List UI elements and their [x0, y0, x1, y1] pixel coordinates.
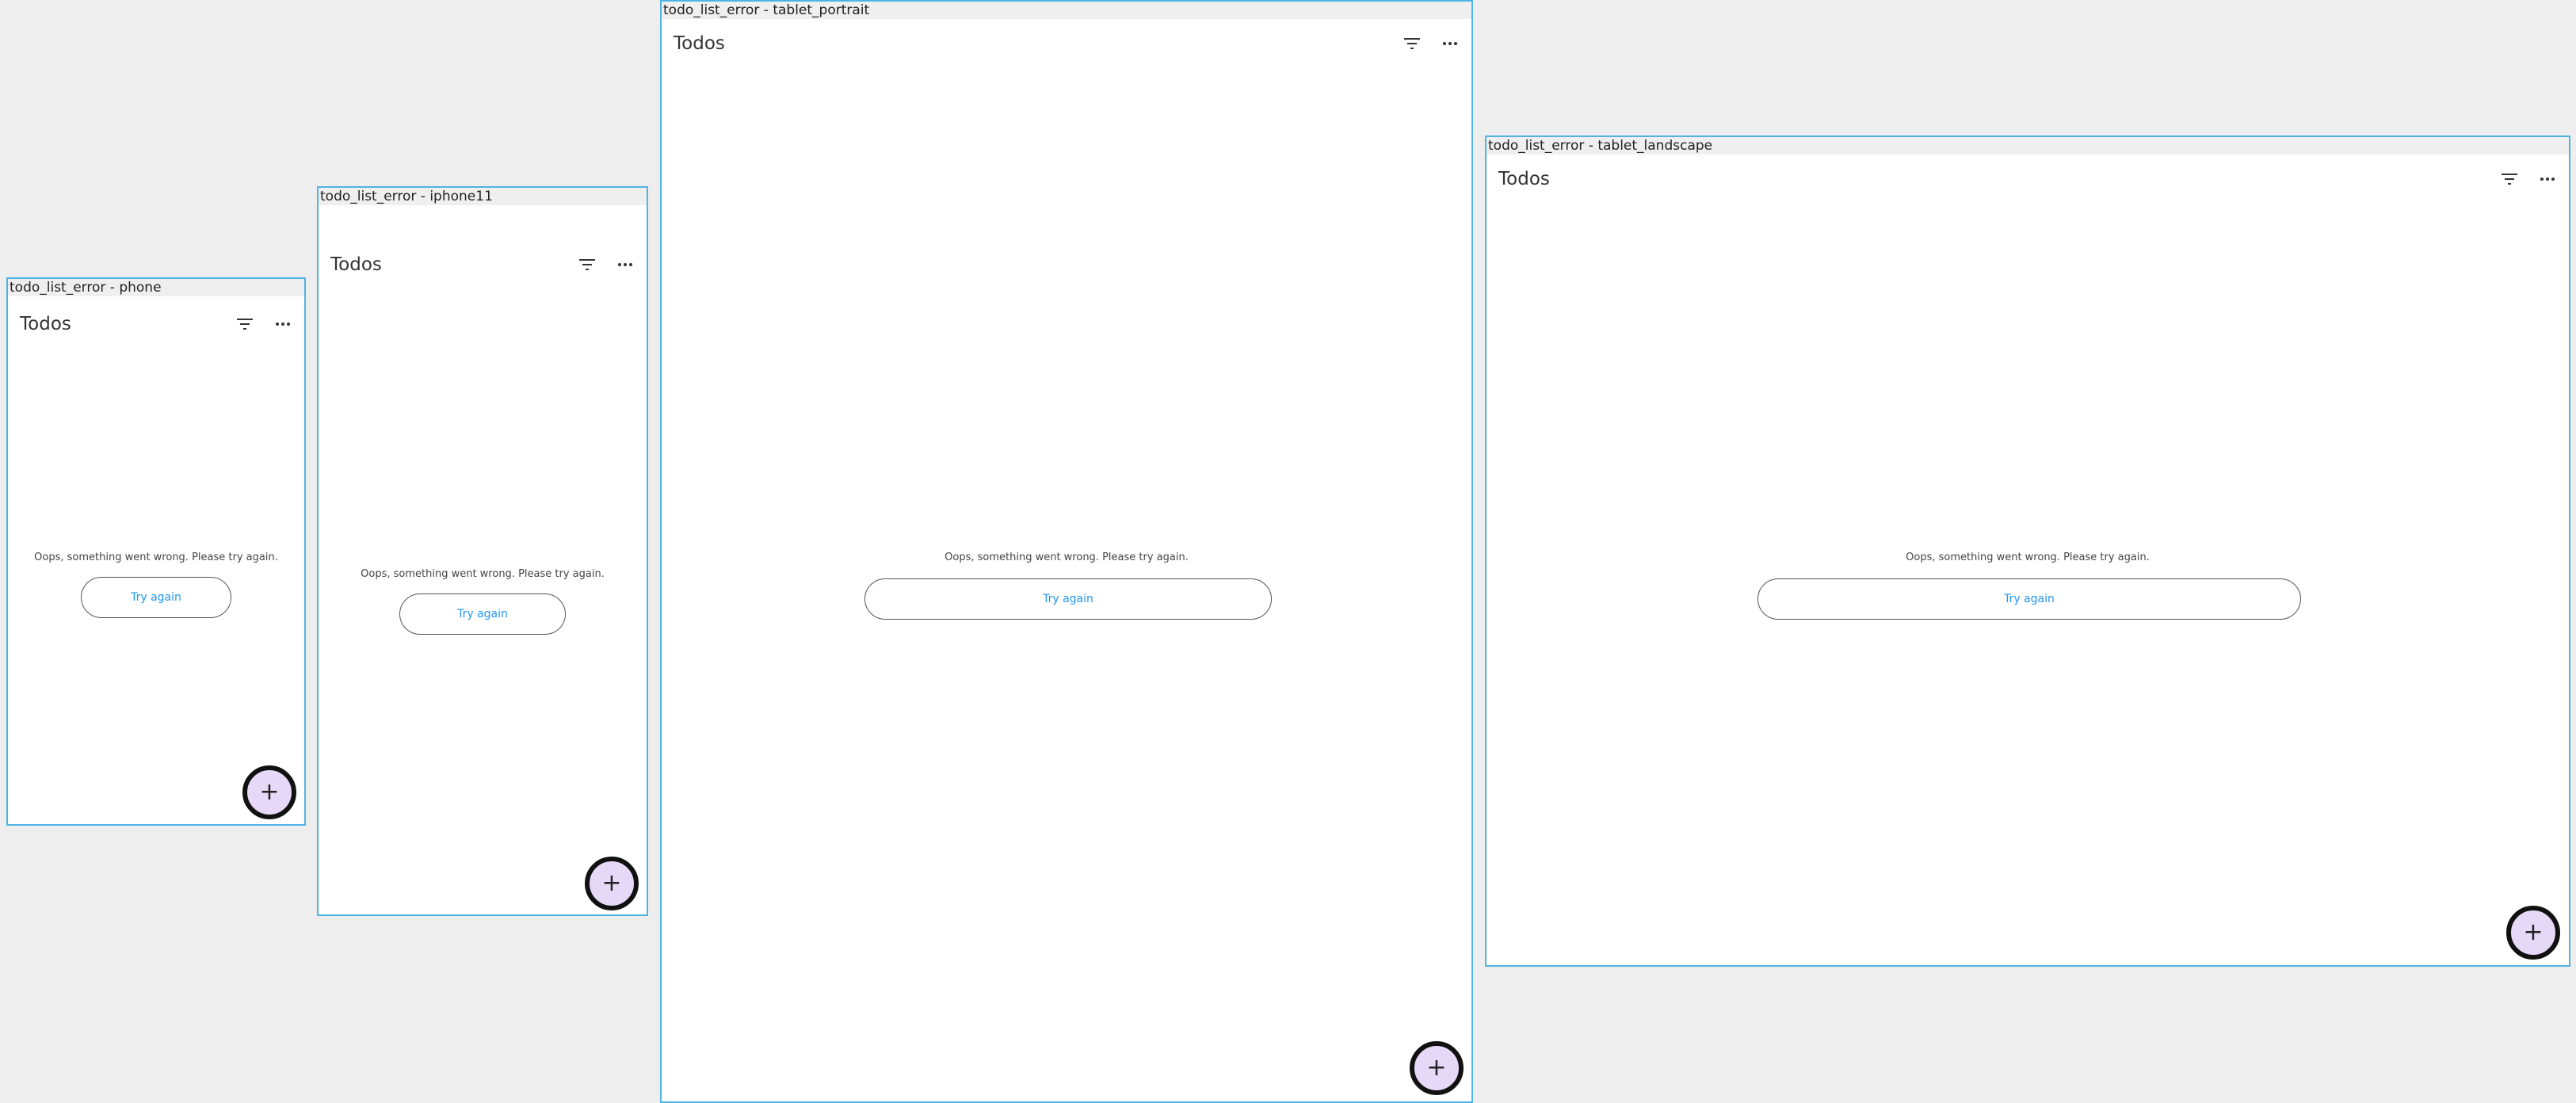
filter-button[interactable] — [574, 251, 601, 278]
more-button[interactable] — [612, 251, 639, 278]
add-todo-fab[interactable]: + — [585, 857, 639, 910]
page-title: Todos — [20, 314, 71, 334]
try-again-button[interactable]: Try again — [399, 593, 566, 635]
error-message: Oops, something went wrong. Please try a… — [945, 552, 1189, 563]
page-title: Todos — [674, 33, 725, 54]
filter-button[interactable] — [231, 311, 258, 338]
frame-label: todo_list_error - iphone11 — [319, 188, 647, 205]
try-again-button[interactable]: Try again — [864, 578, 1272, 620]
add-icon: + — [259, 778, 280, 806]
error-container: Oops, something went wrong. Please try a… — [8, 548, 304, 563]
frame-phone: todo_list_error - phone Todos Oops, some… — [6, 277, 306, 826]
error-message: Oops, something went wrong. Please try a… — [34, 552, 278, 563]
filter-list-icon — [579, 259, 595, 270]
error-container: Oops, something went wrong. Please try a… — [662, 548, 1471, 563]
filter-list-icon — [237, 319, 253, 330]
add-icon: + — [601, 869, 622, 897]
filter-list-icon — [2502, 174, 2517, 185]
error-container: Oops, something went wrong. Please try a… — [319, 565, 647, 580]
app-bar: Todos — [1486, 151, 2569, 207]
error-container: Oops, something went wrong. Please try a… — [1486, 548, 2569, 563]
more-button[interactable] — [269, 311, 296, 338]
page-title: Todos — [330, 254, 382, 275]
add-icon: + — [2523, 918, 2544, 946]
frame-tablet-landscape: todo_list_error - tablet_landscape Todos… — [1485, 135, 2570, 967]
frame-tablet-portrait: todo_list_error - tablet_portrait Todos … — [660, 0, 1473, 1103]
add-icon: + — [1426, 1054, 1447, 1082]
error-message: Oops, something went wrong. Please try a… — [1906, 552, 2150, 563]
frame-iphone11: todo_list_error - iphone11 Todos Oops, s… — [317, 186, 648, 916]
more-horizontal-icon — [2540, 177, 2555, 181]
try-again-button[interactable]: Try again — [81, 577, 231, 618]
add-todo-fab[interactable]: + — [2506, 906, 2560, 960]
more-horizontal-icon — [1443, 42, 1457, 45]
filter-button[interactable] — [1399, 30, 1425, 57]
add-todo-fab[interactable]: + — [242, 765, 296, 819]
more-button[interactable] — [1437, 30, 1464, 57]
frame-label: todo_list_error - phone — [8, 279, 304, 296]
filter-button[interactable] — [2496, 166, 2523, 193]
app-bar: Todos — [8, 296, 304, 352]
more-button[interactable] — [2534, 166, 2561, 193]
error-message: Oops, something went wrong. Please try a… — [361, 568, 605, 580]
page-title: Todos — [1498, 169, 1550, 189]
app-bar: Todos — [662, 16, 1471, 71]
filter-list-icon — [1404, 38, 1420, 49]
try-again-button[interactable]: Try again — [1757, 578, 2301, 620]
add-todo-fab[interactable]: + — [1410, 1041, 1464, 1095]
more-horizontal-icon — [276, 323, 290, 326]
more-horizontal-icon — [618, 263, 632, 266]
app-bar: Todos — [319, 237, 647, 292]
